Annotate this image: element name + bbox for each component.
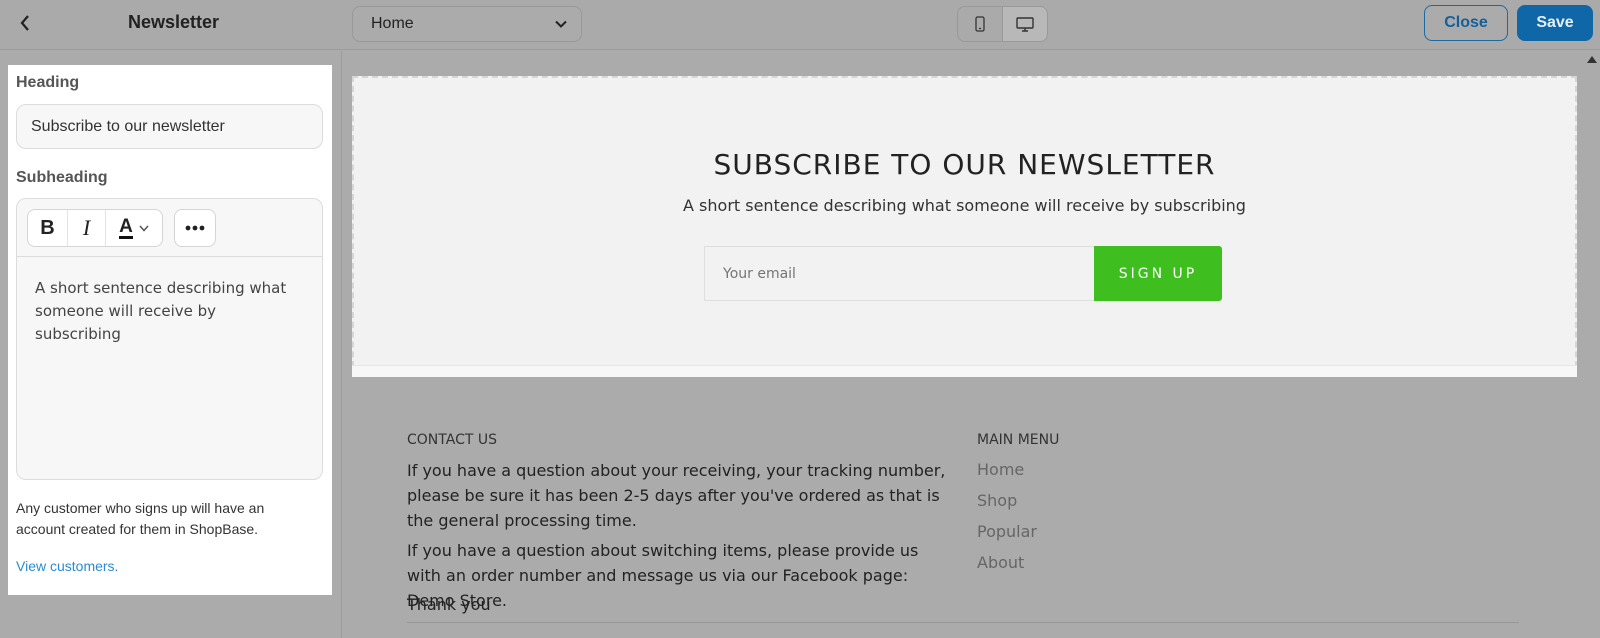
desktop-icon bbox=[1016, 16, 1034, 32]
bold-button[interactable]: B bbox=[28, 210, 68, 246]
menu-link-about[interactable]: About bbox=[977, 553, 1024, 572]
email-input[interactable] bbox=[704, 246, 1094, 301]
editor-toolbar: B I A bbox=[17, 199, 322, 257]
more-options-button[interactable] bbox=[174, 209, 216, 247]
view-customers-link[interactable]: View customers. bbox=[16, 558, 118, 574]
settings-card: Heading Subheading B I A A short sentenc… bbox=[8, 65, 332, 595]
contact-heading: CONTACT US bbox=[407, 432, 497, 448]
device-toggle bbox=[957, 6, 1048, 42]
heading-label: Heading bbox=[16, 74, 80, 91]
menu-link-popular[interactable]: Popular bbox=[977, 522, 1037, 541]
main-menu-heading: MAIN MENU bbox=[977, 432, 1060, 448]
menu-link-shop[interactable]: Shop bbox=[977, 491, 1017, 510]
more-icon bbox=[185, 225, 205, 231]
panel-title: Newsletter bbox=[128, 12, 220, 32]
sign-up-button[interactable]: SIGN UP bbox=[1094, 246, 1222, 301]
page-select-value: Home bbox=[371, 15, 414, 32]
scroll-up-icon[interactable] bbox=[1587, 56, 1597, 63]
settings-sidebar: Heading Subheading B I A A short sentenc… bbox=[0, 51, 342, 638]
section-divider bbox=[352, 365, 1577, 377]
mobile-view-button[interactable] bbox=[958, 7, 1002, 41]
text-color-button[interactable]: A bbox=[106, 210, 162, 246]
subheading-text-area[interactable]: A short sentence describing what someone… bbox=[17, 257, 322, 366]
mobile-icon bbox=[975, 16, 985, 32]
top-bar: Newsletter Home Close Save bbox=[0, 0, 1600, 50]
text-color-icon: A bbox=[119, 215, 133, 239]
newsletter-section[interactable]: SUBSCRIBE TO OUR NEWSLETTER A short sent… bbox=[352, 76, 1577, 377]
newsletter-subheading: A short sentence describing what someone… bbox=[683, 196, 1246, 215]
footer-divider bbox=[407, 622, 1519, 623]
preview-scrollbar[interactable] bbox=[1584, 51, 1600, 638]
desktop-view-button[interactable] bbox=[1002, 7, 1047, 41]
contact-paragraph-1: If you have a question about your receiv… bbox=[407, 461, 946, 530]
format-group: B I A bbox=[27, 209, 163, 247]
heading-input[interactable] bbox=[16, 104, 323, 149]
subheading-editor: B I A A short sentence describing what s… bbox=[16, 198, 323, 480]
newsletter-heading: SUBSCRIBE TO OUR NEWSLETTER bbox=[713, 148, 1216, 181]
chevron-down-icon bbox=[139, 225, 149, 232]
back-button[interactable] bbox=[14, 10, 36, 36]
contact-paragraph-3: Thank you bbox=[407, 595, 491, 614]
subheading-label: Subheading bbox=[16, 169, 108, 186]
chevron-left-icon bbox=[20, 15, 29, 31]
italic-button[interactable]: I bbox=[68, 210, 106, 246]
chevron-down-icon bbox=[555, 20, 567, 28]
page-select[interactable]: Home bbox=[352, 6, 582, 42]
help-text: Any customer who signs up will have an a… bbox=[16, 500, 265, 537]
menu-link-home[interactable]: Home bbox=[977, 460, 1024, 479]
close-button[interactable]: Close bbox=[1424, 5, 1508, 41]
save-button[interactable]: Save bbox=[1517, 5, 1593, 41]
